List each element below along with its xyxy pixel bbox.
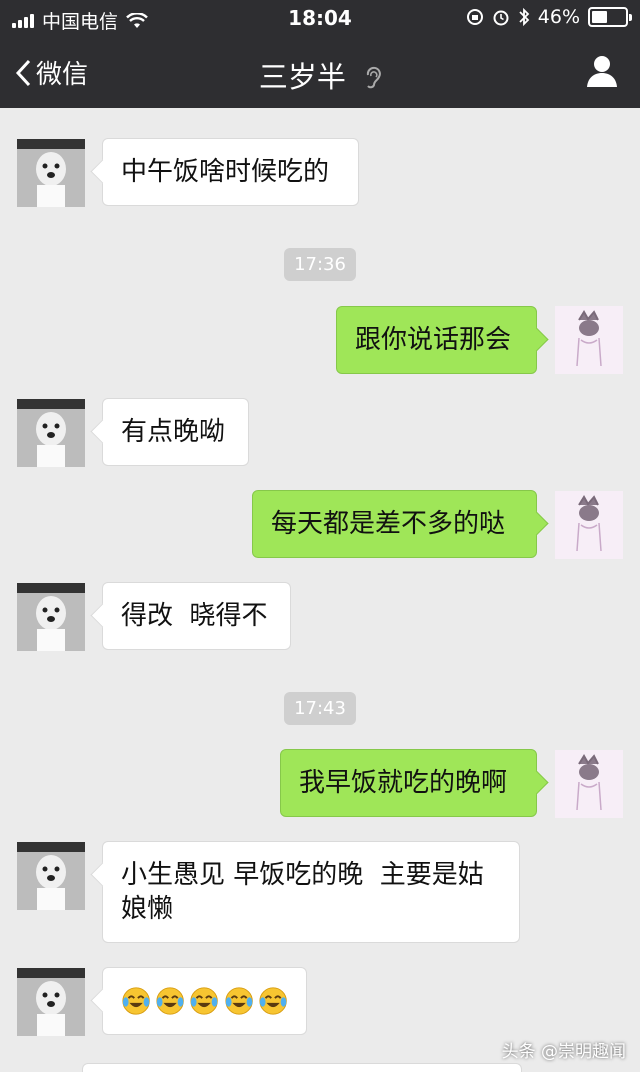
friend-avatar[interactable] bbox=[17, 139, 85, 207]
watermark: 头条 @崇明趣闻 bbox=[501, 1042, 626, 1062]
laughing-crying-emoji-icon bbox=[190, 987, 219, 1015]
message-bubble[interactable]: 跟你说话那会 bbox=[336, 306, 537, 374]
bluetooth-icon bbox=[519, 7, 530, 27]
chat-title-text: 三岁半 bbox=[258, 60, 346, 94]
friend-avatar[interactable] bbox=[17, 842, 85, 910]
friend-avatar[interactable] bbox=[17, 968, 85, 1036]
ear-icon bbox=[367, 66, 381, 89]
friend-avatar[interactable] bbox=[17, 583, 85, 651]
battery-percent: 46% bbox=[537, 6, 580, 28]
message-text: 有点晚呦 bbox=[121, 417, 226, 447]
message-bubble[interactable]: 得改 晓得不 bbox=[102, 582, 291, 650]
orientation-lock-icon bbox=[466, 9, 483, 25]
message-bubble[interactable]: 每天都是差不多的哒 bbox=[252, 490, 537, 558]
message-text: 每天都是差不多的哒 bbox=[271, 509, 506, 539]
chat-area[interactable]: 中午饭啥时候吃的 17:36 跟你说话那会 有点晚呦 每天都是差不多的哒 得改 … bbox=[0, 108, 640, 1072]
timestamp: 17:43 bbox=[0, 692, 640, 725]
laughing-crying-emoji-icon bbox=[156, 987, 184, 1015]
message-bubble-partial[interactable] bbox=[82, 1063, 522, 1072]
battery-level bbox=[592, 11, 607, 23]
message-text: 得改 晓得不 bbox=[121, 601, 268, 631]
message-bubble[interactable]: 小生愚见 早饭吃的晚 主要是姑娘懒 bbox=[102, 841, 520, 943]
alarm-icon bbox=[493, 10, 509, 26]
laughing-crying-emoji-icon bbox=[259, 987, 287, 1015]
message-bubble[interactable]: 中午饭啥时候吃的 bbox=[102, 138, 359, 206]
message-text: 中午饭啥时候吃的 bbox=[121, 157, 330, 187]
laughing-crying-emoji-icon bbox=[225, 987, 253, 1015]
message-bubble[interactable]: 我早饭就吃的晚啊 bbox=[280, 749, 537, 817]
status-right: 46% bbox=[466, 6, 632, 28]
message-bubble[interactable]: 有点晚呦 bbox=[102, 398, 249, 466]
person-icon bbox=[587, 56, 617, 87]
status-bar: 中国电信 18:04 46% bbox=[0, 0, 640, 36]
friend-avatar[interactable] bbox=[17, 399, 85, 467]
nav-bar: 微信 三岁半 bbox=[0, 36, 640, 108]
message-text: 跟你说话那会 bbox=[355, 325, 512, 355]
laughing-crying-emoji-icon bbox=[122, 987, 150, 1015]
my-avatar[interactable] bbox=[555, 491, 623, 559]
message-text: 我早饭就吃的晚啊 bbox=[299, 768, 508, 798]
timestamp: 17:36 bbox=[0, 248, 640, 281]
chat-title: 三岁半 bbox=[0, 54, 640, 96]
message-bubble[interactable] bbox=[102, 967, 307, 1035]
emoji-row bbox=[121, 984, 288, 1018]
my-avatar[interactable] bbox=[555, 306, 623, 374]
message-text: 小生愚见 早饭吃的晚 主要是姑娘懒 bbox=[121, 860, 484, 924]
my-avatar[interactable] bbox=[555, 750, 623, 818]
battery-icon bbox=[588, 7, 632, 27]
profile-button[interactable] bbox=[586, 54, 618, 92]
